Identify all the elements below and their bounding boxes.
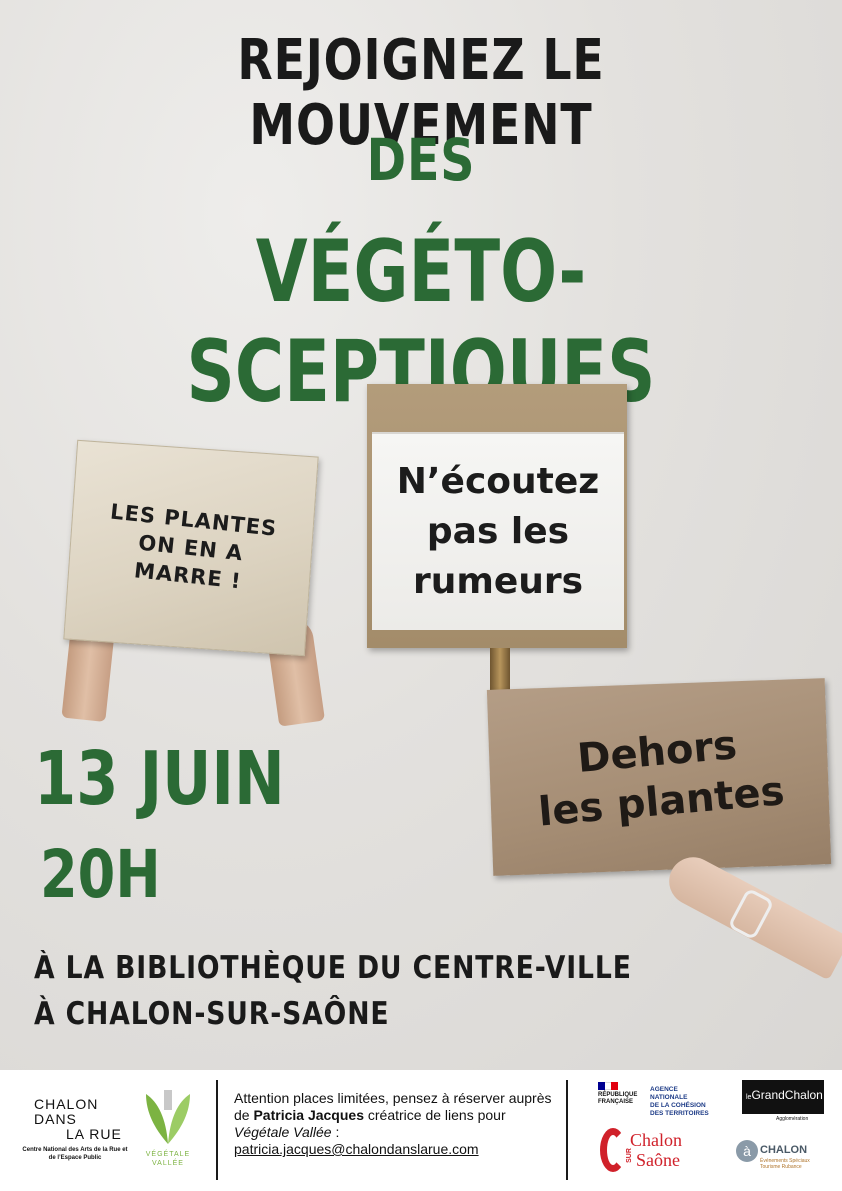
contact-email-link[interactable]: patricia.jacques@chalondanslarue.com [234,1141,479,1157]
grand-chalon-logo: leGrandChalon [742,1080,824,1114]
cdlr-caption: Centre National des Arts de la Rue et de… [22,1147,128,1161]
vv-line-1: VÉGÉTALE [145,1151,191,1158]
republique-francaise-logo: RÉPUBLIQUE FRANÇAISE [598,1082,646,1132]
event-time: 20H [40,836,161,913]
protest-sign-right: Dehors les plantes [486,678,832,876]
company-name: Végétale Vallée [234,1124,332,1140]
info-text-2: créatrice de liens pour [363,1107,506,1123]
gc-subtitle: Agglomération [776,1116,809,1122]
chalon-c-icon [600,1128,626,1172]
protest-sign-right-text: Dehors les plantes [536,722,786,836]
sur-word: SUR [625,1148,633,1163]
chalon-sur-saone-logo: Chalon SUR Saône [600,1126,710,1182]
cdlr-word-1: CHALON [34,1096,99,1112]
venue-line-1: À LA BIBLIOTHÈQUE DU CENTRE-VILLE [34,950,632,986]
rf-text: RÉPUBLIQUE FRANÇAISE [598,1092,638,1105]
cdlr-word-3: LA RUE [66,1126,122,1142]
reservation-info: Attention places limitées, pensez à rése… [234,1090,554,1158]
contact-name: Patricia Jacques [253,1107,364,1123]
c2-sub: Événements Spéciaux Tourisme Rubance [760,1158,810,1170]
chalon-word: Chalon [630,1130,682,1150]
chalon-tourisme-logo: à CHALON Événements Spéciaux Tourisme Ru… [736,1136,826,1182]
protest-sign-middle-text: N’écoutez pas les rumeurs [396,461,600,602]
vv-line-2: VALLÉE [152,1160,184,1167]
saone-word: Saône [636,1150,680,1170]
anct-logo: AGENCE NATIONALE DE LA COHÉSION DES TERR… [650,1086,709,1117]
headline-line-2: DES [366,126,476,194]
footer-divider-2 [566,1080,568,1180]
footer: CHALON DANS LA RUE Centre National des A… [0,1070,842,1191]
chalon-dans-la-rue-logo: CHALON DANS LA RUE Centre National des A… [20,1096,130,1166]
leaf-v-icon [146,1090,190,1144]
protest-sign-left-text: LES PLANTES ON EN A MARRE ! [109,499,279,594]
poster: REJOIGNEZ LE MOUVEMENT DES VÉGÉTO-SCEPTI… [0,0,842,1070]
gc-name: GrandChalon [751,1088,823,1102]
footer-divider-1 [216,1080,218,1180]
c2-name: CHALON [760,1144,808,1156]
venue-line-2: À CHALON-SUR-SAÔNE [34,996,390,1032]
cdlr-word-2: DANS [34,1111,77,1127]
protest-sign-middle: N’écoutez pas les rumeurs [372,432,624,630]
vegetale-vallee-logo: VÉGÉTALE VALLÉE [140,1088,196,1178]
c2-initial-icon: à [736,1140,758,1162]
french-flag-icon [598,1082,619,1090]
info-text-3: : [331,1124,340,1140]
event-date: 13 JUIN [34,736,285,822]
protest-sign-left: LES PLANTES ON EN A MARRE ! [63,439,319,657]
